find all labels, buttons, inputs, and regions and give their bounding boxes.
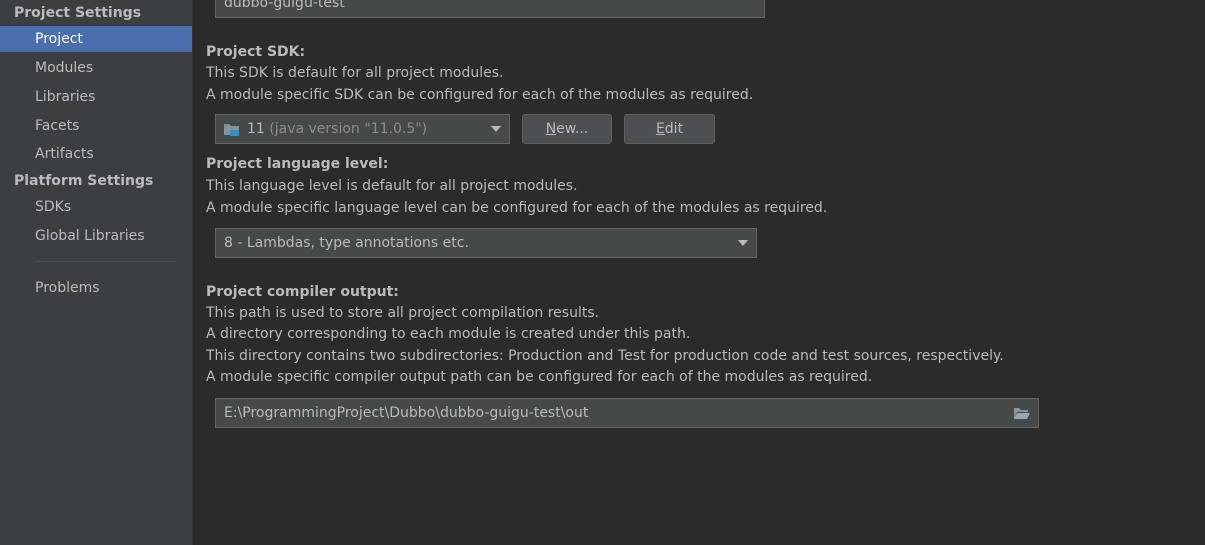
compiler-output-description-4: A module specific compiler output path c…: [206, 369, 873, 385]
sidebar-item-modules[interactable]: Modules: [0, 55, 192, 81]
sidebar-item-sdks[interactable]: SDKs: [0, 194, 192, 220]
edit-button-mnemonic: E: [655, 121, 665, 137]
compiler-output-description-1: This path is used to store all project c…: [206, 305, 600, 321]
folder-open-icon[interactable]: [1013, 406, 1031, 420]
new-button-mnemonic: N: [545, 121, 557, 137]
edit-sdk-button[interactable]: Edit: [624, 114, 715, 144]
project-name-field[interactable]: dubbo-guigu-test: [215, 0, 765, 18]
sdk-version-detail: (java version "11.0.5"): [269, 121, 428, 137]
sidebar-item-artifacts[interactable]: Artifacts: [0, 141, 192, 167]
sidebar-item-facets[interactable]: Facets: [0, 113, 192, 139]
sdk-dropdown[interactable]: 11 (java version "11.0.5"): [215, 114, 510, 144]
sdk-description-1: This SDK is default for all project modu…: [206, 65, 504, 81]
settings-sidebar: Project Settings Project Modules Librari…: [0, 0, 193, 545]
project-sdk-heading: Project SDK:: [206, 44, 306, 60]
folder-icon: [224, 124, 239, 136]
sidebar-item-global-libraries[interactable]: Global Libraries: [0, 223, 192, 249]
sidebar-item-project[interactable]: Project: [0, 26, 192, 52]
chevron-down-icon: [491, 126, 501, 132]
compiler-output-path-field[interactable]: E:\ProgrammingProject\Dubbo\dubbo-guigu-…: [215, 398, 1039, 428]
project-settings-panel: dubbo-guigu-test Project SDK: This SDK i…: [193, 0, 1205, 545]
new-sdk-button[interactable]: New...: [522, 114, 612, 144]
chevron-down-icon: [738, 240, 748, 246]
sdk-description-2: A module specific SDK can be configured …: [206, 87, 754, 103]
language-level-dropdown[interactable]: 8 - Lambdas, type annotations etc.: [215, 228, 757, 258]
new-button-label: ew...: [556, 121, 589, 137]
project-settings-header: Project Settings: [14, 5, 142, 21]
language-level-value: 8 - Lambdas, type annotations etc.: [224, 235, 469, 251]
sdk-version: 11: [247, 121, 265, 137]
sidebar-item-problems[interactable]: Problems: [0, 275, 192, 301]
language-level-description-1: This language level is default for all p…: [206, 178, 578, 194]
compiler-output-description-2: A directory corresponding to each module…: [206, 326, 691, 342]
compiler-output-path: E:\ProgrammingProject\Dubbo\dubbo-guigu-…: [224, 405, 589, 421]
language-level-description-2: A module specific language level can be …: [206, 200, 828, 216]
compiler-output-description-3: This directory contains two subdirectori…: [206, 348, 1004, 364]
language-level-heading: Project language level:: [206, 156, 389, 172]
compiler-output-heading: Project compiler output:: [206, 284, 399, 300]
sidebar-item-libraries[interactable]: Libraries: [0, 84, 192, 110]
sidebar-divider: [35, 261, 175, 262]
platform-settings-header: Platform Settings: [14, 173, 154, 189]
edit-button-label: dit: [664, 121, 684, 137]
